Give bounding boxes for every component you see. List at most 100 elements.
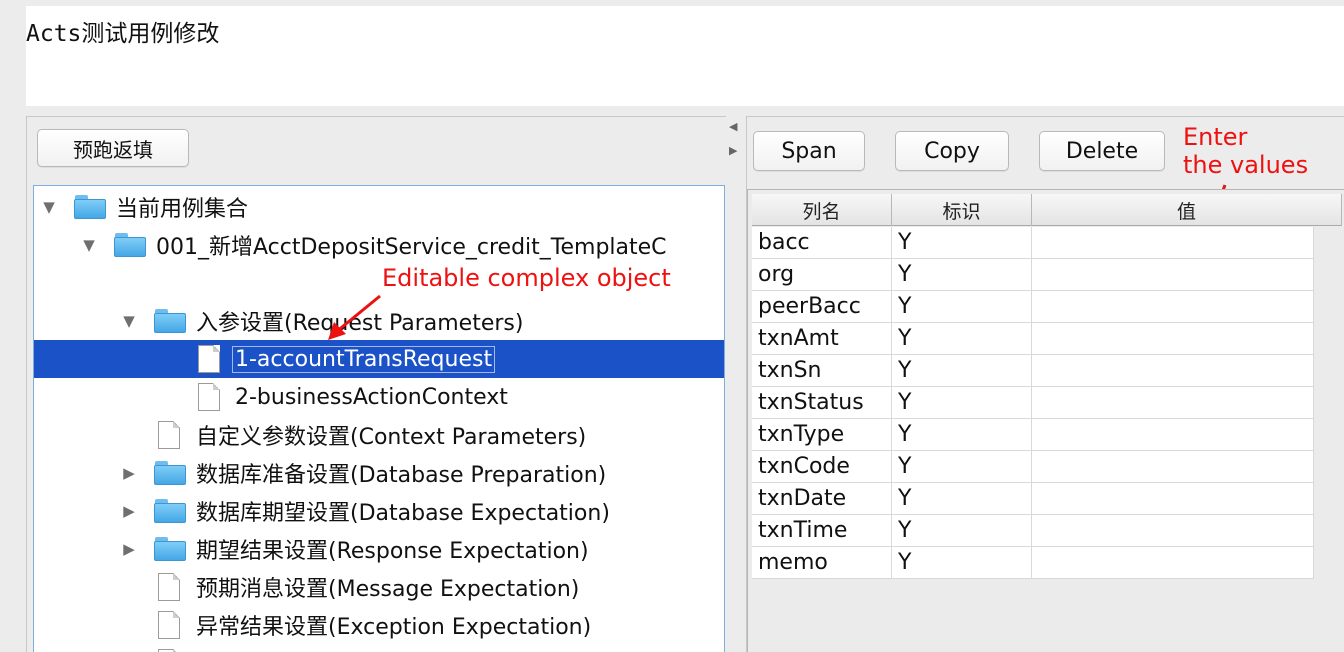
parameter-table: 列名 标识 值 bacc Yorg YpeerBacc YtxnAmt YtxnSn Yt…	[747, 189, 1344, 652]
cell-name: txnStatus	[752, 387, 892, 419]
cell-flag: Y	[892, 451, 1032, 483]
column-header-flag[interactable]: 标识	[892, 194, 1032, 226]
tree-node-business-action-context[interactable]: 2-businessActionContext	[34, 378, 724, 416]
tree-node-label: 数据库期望设置(Database Expectation)	[196, 501, 610, 526]
cell-flag: Y	[892, 419, 1032, 451]
file-icon	[198, 345, 220, 373]
table-row[interactable]: bacc Y	[752, 227, 1314, 259]
cell-value[interactable]	[1032, 355, 1314, 387]
table-row[interactable]: memo Y	[752, 547, 1314, 579]
tree-node-label: 001_新增AcctDepositService_credit_Template…	[156, 235, 667, 260]
table-row[interactable]: txnTime Y	[752, 515, 1314, 547]
annotation-editable-complex-object: Editable complex object	[382, 264, 671, 292]
cell-name: txnType	[752, 419, 892, 451]
collapsed-arrow-icon[interactable]: ▶	[120, 540, 138, 558]
file-icon	[158, 573, 180, 601]
annotation-arrow-icon	[328, 294, 381, 340]
table-row[interactable]: txnSn Y	[752, 355, 1314, 387]
cell-flag: Y	[892, 515, 1032, 547]
column-header-name[interactable]: 列名	[752, 194, 892, 226]
case-tree: ▼ 当前用例集合 ▼ 001_新增AcctDepositService_cred…	[33, 185, 725, 652]
folder-icon	[114, 233, 146, 257]
annotation-line: the values	[1183, 151, 1309, 179]
tree-node-message-expectation[interactable]: 预期消息设置(Message Expectation)	[34, 568, 724, 606]
tree-node-label: 期望结果设置(Response Expectation)	[196, 539, 589, 564]
span-button[interactable]: Span	[753, 131, 865, 171]
folder-icon	[74, 195, 106, 219]
tree-node-label: 自定义参数设置(Context Parameters)	[196, 425, 587, 450]
tree-node-label: 预期消息设置(Message Expectation)	[196, 577, 580, 602]
folder-icon	[154, 537, 186, 561]
annotation-line: Enter	[1183, 123, 1248, 151]
cell-flag: Y	[892, 547, 1032, 579]
tree-node-exception-expectation[interactable]: 异常结果设置(Exception Expectation)	[34, 606, 724, 644]
folder-icon	[154, 309, 186, 333]
table-row[interactable]: txnDate Y	[752, 483, 1314, 515]
tree-node-label: 异常结果设置(Exception Expectation)	[196, 615, 592, 640]
cell-value[interactable]	[1032, 387, 1314, 419]
table-row[interactable]: txnType Y	[752, 419, 1314, 451]
collapsed-arrow-icon[interactable]: ▶	[120, 502, 138, 520]
tree-node-partial	[34, 644, 724, 652]
title-area: Acts测试用例修改	[26, 6, 1344, 106]
cell-flag: Y	[892, 291, 1032, 323]
tree-node-db-preparation[interactable]: ▶ 数据库准备设置(Database Preparation)	[34, 454, 724, 492]
table-row[interactable]: peerBacc Y	[752, 291, 1314, 323]
tree-node-db-expectation[interactable]: ▶ 数据库期望设置(Database Expectation)	[34, 492, 724, 530]
tree-node-label: 当前用例集合	[116, 197, 249, 222]
cell-value[interactable]	[1032, 227, 1314, 259]
cell-value[interactable]	[1032, 483, 1314, 515]
file-icon	[198, 383, 220, 411]
file-icon	[158, 611, 180, 639]
cell-value[interactable]	[1032, 451, 1314, 483]
delete-button[interactable]: Delete	[1039, 131, 1165, 171]
cell-name: txnAmt	[752, 323, 892, 355]
cell-flag: Y	[892, 259, 1032, 291]
cell-flag: Y	[892, 355, 1032, 387]
cell-value[interactable]	[1032, 419, 1314, 451]
cell-flag: Y	[892, 323, 1032, 355]
cell-name: txnCode	[752, 451, 892, 483]
left-panel: 预跑返填 ▼ 当前用例集合 ▼ 001_新增AcctDepositService…	[26, 116, 726, 652]
table-row[interactable]: txnCode Y	[752, 451, 1314, 483]
tree-node-response-expectation[interactable]: ▶ 期望结果设置(Response Expectation)	[34, 530, 724, 568]
collapsed-arrow-icon[interactable]: ▶	[120, 464, 138, 482]
cell-value[interactable]	[1032, 259, 1314, 291]
cell-name: peerBacc	[752, 291, 892, 323]
tree-node-label: 2-businessActionContext	[235, 384, 508, 410]
tree-node-context-params[interactable]: 自定义参数设置(Context Parameters)	[34, 416, 724, 454]
expanded-arrow-icon[interactable]: ▼	[40, 198, 58, 216]
collapse-right-arrow-icon[interactable]: ▶	[729, 144, 737, 157]
expanded-arrow-icon[interactable]: ▼	[80, 236, 98, 254]
cell-value[interactable]	[1032, 547, 1314, 579]
window-title: Acts测试用例修改	[26, 21, 220, 47]
table-header: 列名 标识 值	[752, 194, 1342, 226]
cell-name: memo	[752, 547, 892, 579]
tree-node-case-set[interactable]: ▼ 当前用例集合	[34, 188, 724, 226]
cell-flag: Y	[892, 227, 1032, 259]
cell-value[interactable]	[1032, 323, 1314, 355]
collapse-left-arrow-icon[interactable]: ◀	[729, 120, 737, 133]
tree-node-label: 数据库准备设置(Database Preparation)	[196, 463, 607, 488]
cell-value[interactable]	[1032, 291, 1314, 323]
annotation-enter-values: Enter the values	[1183, 123, 1308, 179]
folder-icon	[154, 499, 186, 523]
cell-name: txnSn	[752, 355, 892, 387]
table-row[interactable]: txnStatus Y	[752, 387, 1314, 419]
expanded-arrow-icon[interactable]: ▼	[120, 312, 138, 330]
folder-icon	[154, 461, 186, 485]
cell-name: org	[752, 259, 892, 291]
prefill-button[interactable]: 预跑返填	[37, 129, 189, 167]
tree-node-test-case[interactable]: ▼ 001_新增AcctDepositService_credit_Templa…	[34, 226, 724, 264]
cell-flag: Y	[892, 387, 1032, 419]
cell-name: txnDate	[752, 483, 892, 515]
table-row[interactable]: org Y	[752, 259, 1314, 291]
cell-value[interactable]	[1032, 515, 1314, 547]
cell-flag: Y	[892, 483, 1032, 515]
right-panel: Span Copy Delete Enter the values 列名 标识 …	[746, 116, 1344, 652]
panel-splitter[interactable]: ◀ ▶	[726, 116, 746, 652]
copy-button[interactable]: Copy	[895, 131, 1009, 171]
table-row[interactable]: txnAmt Y	[752, 323, 1314, 355]
column-header-value[interactable]: 值	[1032, 194, 1342, 226]
cell-name: bacc	[752, 227, 892, 259]
